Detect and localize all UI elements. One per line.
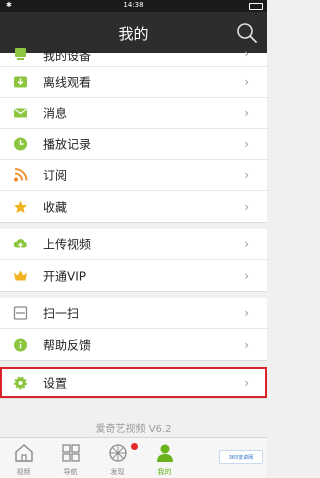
menu-item-help[interactable]: 帮助反馈 › [0,329,267,360]
scan-icon [13,306,28,321]
discover-icon [108,444,127,462]
device-icon [13,47,28,62]
menu-section: 上传视频 › 开通VIP › [0,229,267,292]
menu-item-label: 开通VIP [43,269,86,283]
menu-item-label: 我的设备 [43,49,92,64]
chevron-right-icon: › [244,46,249,61]
menu-item-label: 设置 [43,376,68,390]
menu-item-label: 消息 [43,106,68,121]
menu-item-label: 帮助反馈 [43,338,92,352]
menu-section: 设置 › [0,367,267,399]
tab-mine[interactable]: 我的 [141,438,188,478]
menu-item-favorites[interactable]: 收藏 › [0,191,267,222]
home-icon [14,444,33,462]
download-icon [13,75,28,90]
chevron-right-icon: › [244,306,249,320]
info-icon [13,337,28,352]
menu-item-scan[interactable]: 扫一扫 › [0,298,267,329]
tab-label: 视频 [16,468,31,476]
tab-label: 导航 [63,468,78,476]
menu-item-label: 上传视频 [43,237,92,252]
chevron-right-icon: › [244,106,249,120]
crown-icon [13,268,28,283]
clock-icon [13,137,28,152]
notification-badge [131,443,138,450]
menu-item-label: 收藏 [43,200,68,214]
menu-item-vip[interactable]: 开通VIP › [0,260,267,291]
tab-nav[interactable]: 导航 [47,438,94,478]
chevron-right-icon: › [244,199,249,214]
chevron-right-icon: › [244,137,249,151]
menu-item-offline[interactable]: 离线观看 › [0,67,267,98]
chevron-right-icon: › [244,337,249,352]
chevron-right-icon: › [244,375,249,390]
status-time: 14:38 [123,1,144,9]
chevron-right-icon: › [244,168,249,182]
battery-icon [249,3,263,12]
watermark-logo: 365安卓网 [219,450,263,464]
menu-item-my-devices[interactable]: 我的设备 › [0,47,267,67]
menu-item-label: 播放记录 [43,137,92,152]
chevron-right-icon: › [244,75,249,89]
menu-item-subscribe[interactable]: 订阅 › [0,160,267,191]
header: 我的 [0,12,267,53]
status-bar: ✱ 14:38 [0,0,267,12]
menu-item-label: 扫一扫 [43,306,80,321]
upload-icon [13,237,28,252]
menu-section: 我的设备 › 离线观看 › 消息 › 播放记录 › 订阅 › 收藏 › [0,47,267,223]
menu-item-upload[interactable]: 上传视频 › [0,229,267,260]
page-title: 我的 [118,25,149,43]
person-icon [156,444,173,462]
chevron-right-icon: › [244,237,249,251]
tab-label: 我的 [157,468,172,476]
app-version: 爱奇艺视频 V6.2 [95,424,172,435]
bottom-tab-bar: 视频 导航 发现 我的 365安卓网 [0,437,267,478]
tab-discover[interactable]: 发现 [94,438,141,478]
star-icon [13,199,28,214]
menu-list: 我的设备 › 离线观看 › 消息 › 播放记录 › 订阅 › 收藏 › 上传视频… [0,47,267,399]
menu-item-history[interactable]: 播放记录 › [0,129,267,160]
tab-video[interactable]: 视频 [0,438,47,478]
menu-item-settings[interactable]: 设置 › [0,367,267,398]
chevron-right-icon: › [244,268,249,283]
mail-icon [13,106,28,121]
menu-section: 扫一扫 › 帮助反馈 › [0,298,267,361]
menu-item-messages[interactable]: 消息 › [0,98,267,129]
tab-label: 发现 [110,468,125,476]
menu-item-label: 离线观看 [43,75,92,90]
search-icon[interactable] [236,22,258,44]
menu-item-label: 订阅 [43,168,68,183]
gear-icon [13,375,28,390]
rss-icon [13,168,28,183]
grid-icon [61,444,80,462]
